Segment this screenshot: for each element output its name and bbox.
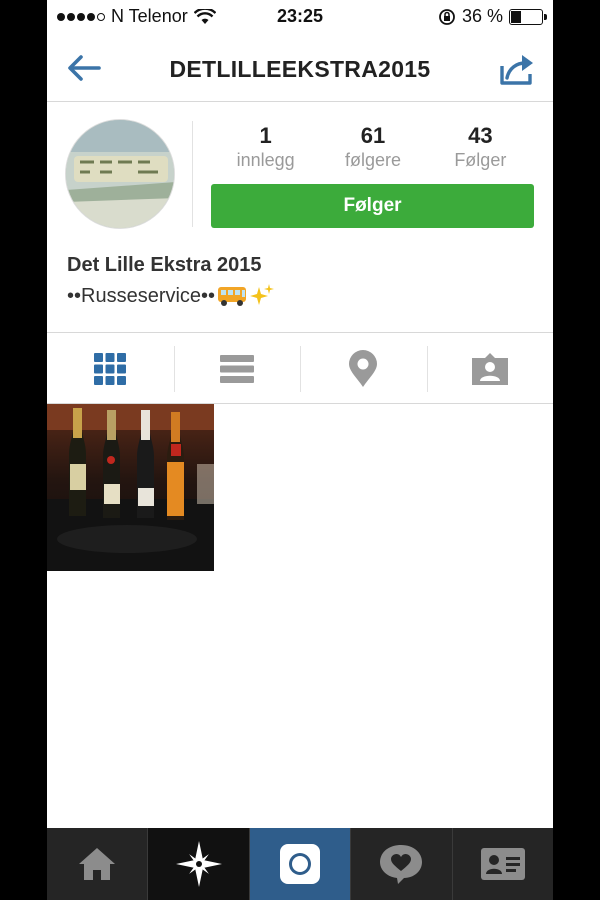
home-icon bbox=[79, 848, 116, 880]
activity-heart-icon bbox=[380, 845, 423, 884]
bio: ••Russeservice•• bbox=[67, 283, 275, 309]
back-arrow-icon[interactable] bbox=[63, 48, 103, 88]
tab-home[interactable] bbox=[47, 828, 149, 900]
profile-header: 1 innlegg 61 følgere 43 Følger Følger De… bbox=[47, 103, 553, 333]
stat-following[interactable]: 43 Følger bbox=[427, 123, 534, 175]
tab-camera[interactable] bbox=[249, 828, 352, 900]
battery-percent: 36 % bbox=[461, 6, 503, 26]
battery-icon bbox=[509, 8, 547, 25]
profile-view-tabs bbox=[47, 334, 553, 404]
following-button[interactable]: Følger bbox=[211, 184, 534, 228]
stat-value: 43 bbox=[468, 123, 493, 148]
stat-followers[interactable]: 61 følgere bbox=[319, 123, 426, 175]
stat-label: Følger bbox=[454, 150, 507, 170]
list-icon bbox=[219, 354, 254, 383]
rotation-lock-icon bbox=[439, 8, 455, 25]
explore-star-icon bbox=[175, 841, 222, 887]
champagne-bottles-photo bbox=[47, 404, 214, 571]
bio-text: ••Russeservice•• bbox=[67, 284, 216, 307]
tab-list[interactable] bbox=[173, 334, 301, 403]
status-right: 36 % bbox=[438, 6, 547, 27]
tab-profile[interactable] bbox=[453, 828, 553, 900]
grid-icon bbox=[94, 352, 127, 385]
profile-stats: 1 innlegg 61 følgere 43 Følger bbox=[212, 123, 534, 175]
avatar[interactable] bbox=[65, 119, 175, 229]
tagged-person-icon bbox=[471, 352, 508, 385]
share-icon[interactable] bbox=[497, 48, 537, 88]
display-name: Det Lille Ekstra 2015 bbox=[67, 254, 262, 276]
profile-card-icon bbox=[480, 848, 525, 880]
bottom-tab-bar bbox=[47, 828, 553, 900]
camera-icon bbox=[280, 844, 321, 884]
stat-posts[interactable]: 1 innlegg bbox=[212, 123, 319, 175]
post-thumbnail[interactable] bbox=[47, 404, 214, 571]
tab-tagged[interactable] bbox=[426, 334, 554, 403]
page-title: DETLILLEEKSTRA2015 bbox=[169, 56, 431, 82]
bus-emoji bbox=[218, 287, 247, 306]
tab-grid[interactable] bbox=[47, 334, 174, 403]
status-bar: N Telenor 23:25 36 % bbox=[47, 0, 553, 34]
stat-value: 1 bbox=[259, 123, 272, 148]
location-pin-icon bbox=[349, 349, 378, 387]
stat-value: 61 bbox=[360, 123, 386, 148]
navigation-bar: DETLILLEEKSTRA2015 bbox=[47, 34, 553, 102]
tab-map[interactable] bbox=[300, 334, 427, 403]
profile-divider bbox=[192, 121, 193, 227]
sparkles-emoji bbox=[250, 284, 275, 305]
tab-activity[interactable] bbox=[351, 828, 453, 900]
stat-label: innlegg bbox=[236, 150, 295, 170]
stat-label: følgere bbox=[344, 150, 401, 170]
tab-explore[interactable] bbox=[148, 828, 250, 900]
app-screen: N Telenor 23:25 36 % DETLILLEEKSTRA2015 … bbox=[47, 0, 553, 900]
